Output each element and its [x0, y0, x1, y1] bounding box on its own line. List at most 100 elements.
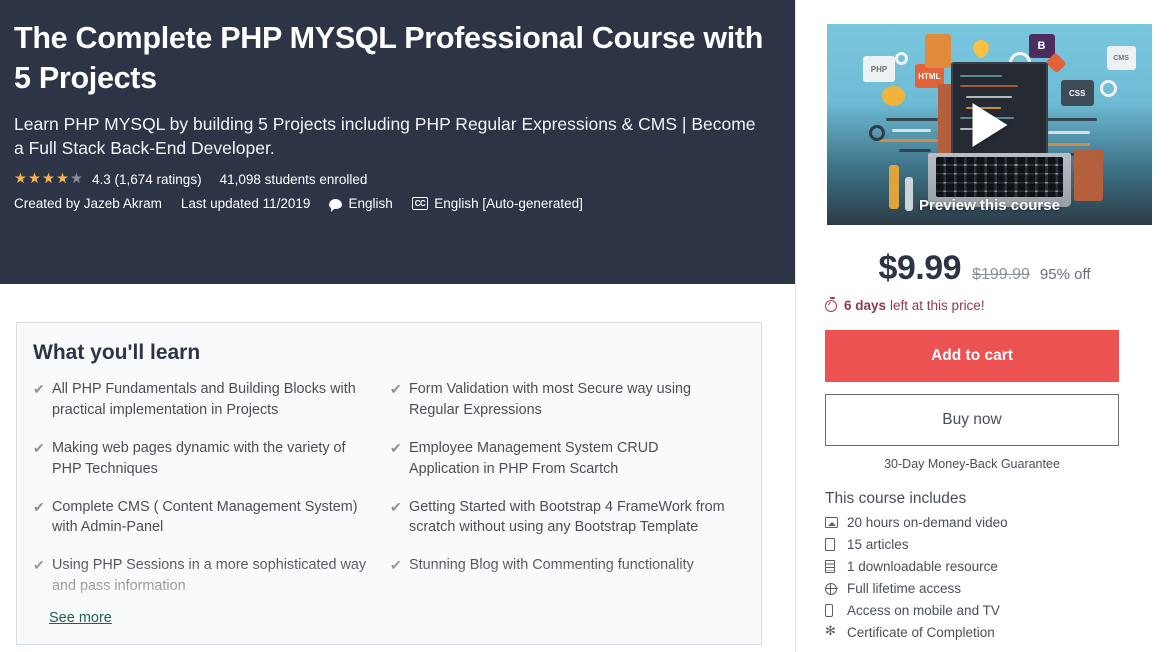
- speech-bubble-icon: [329, 198, 343, 212]
- learn-item-label: Making web pages dynamic with the variet…: [52, 439, 346, 477]
- price-expiry-notice: 6 days left at this price!: [825, 296, 1173, 313]
- includes-label: Certificate of Completion: [847, 625, 995, 640]
- star-icon: ★: [56, 171, 69, 188]
- last-updated: Last updated 11/2019: [180, 196, 311, 212]
- star-icon-empty: ★: [70, 171, 83, 188]
- smartphone-illustration: [1074, 148, 1104, 201]
- check-icon: ✔: [390, 439, 402, 456]
- target-icon: [869, 124, 886, 141]
- star-icon: ★: [28, 171, 41, 188]
- includes-label: 20 hours on-demand video: [847, 515, 1008, 530]
- discount-percent: 95% off: [1039, 266, 1091, 283]
- star-icon: ★: [14, 171, 27, 188]
- check-icon: ✔: [33, 381, 45, 397]
- lightbulb-icon: [973, 40, 990, 57]
- list-item: Access on mobile and TV: [825, 603, 1173, 618]
- learn-column-left: ✔ All PHP Fundamentals and Building Bloc…: [33, 379, 390, 614]
- gear-icon: [895, 52, 909, 66]
- list-item: 1 downloadable resource: [825, 559, 1173, 574]
- css-badge-icon: CSS: [1061, 80, 1094, 107]
- course-subtitle: Learn PHP MYSQL by building 5 Projects i…: [14, 113, 756, 159]
- list-item: ✔ Using PHP Sessions in a more sophistic…: [33, 555, 368, 597]
- course-preview-video[interactable]: PHP HTML CSS B CMS Preview this course: [827, 24, 1152, 225]
- list-item: 20 hours on-demand video: [825, 515, 1173, 530]
- days-left-count: 6 days: [844, 298, 887, 313]
- medal-icon: [882, 86, 905, 107]
- stopwatch-icon: [825, 296, 837, 312]
- downloadable-resource-icon: [825, 559, 847, 574]
- list-item: ✔ Making web pages dynamic with the vari…: [33, 438, 368, 480]
- includes-label: 1 downloadable resource: [847, 559, 998, 574]
- created-by[interactable]: Created by Jazeb Akram: [14, 196, 162, 211]
- hero-content: The Complete PHP MYSQL Professional Cour…: [0, 0, 770, 212]
- learn-columns: ✔ All PHP Fundamentals and Building Bloc…: [17, 379, 761, 614]
- check-icon: ✔: [390, 381, 402, 397]
- captions-group: CC English [Auto-generated]: [411, 196, 583, 212]
- learn-item-label: Using PHP Sessions in a more sophisticat…: [52, 557, 367, 595]
- list-item: Full lifetime access: [825, 581, 1173, 596]
- list-item: ✔ Getting Started with Bootstrap 4 Frame…: [390, 497, 725, 539]
- check-icon: ✔: [33, 557, 45, 574]
- language-group: English: [329, 196, 393, 212]
- check-icon: ✔: [33, 439, 45, 456]
- price-row: $9.99 $199.99 95% off: [796, 249, 1173, 288]
- purchase-sidebar: PHP HTML CSS B CMS Preview this course $…: [795, 0, 1173, 652]
- list-item: ✔ All PHP Fundamentals and Building Bloc…: [33, 379, 368, 421]
- days-left-text: left at this price!: [890, 298, 985, 313]
- course-includes-title: This course includes: [825, 490, 967, 507]
- rating-value[interactable]: 4.3 (1,674 ratings): [92, 172, 202, 187]
- laptop-keyboard: [935, 156, 1063, 197]
- page-title: The Complete PHP MYSQL Professional Cour…: [14, 21, 764, 96]
- list-item: ✔ Form Validation with most Secure way u…: [390, 379, 725, 421]
- laptop-hinge-left: [937, 84, 953, 157]
- check-icon: ✔: [33, 498, 45, 515]
- learn-item-label: Getting Started with Bootstrap 4 FrameWo…: [409, 498, 725, 536]
- includes-label: Access on mobile and TV: [847, 603, 1000, 618]
- rating-row: ★ ★ ★ ★ ★ 4.3 (1,674 ratings) 41,098 stu…: [14, 172, 770, 187]
- current-price: $9.99: [878, 249, 962, 287]
- money-back-guarantee: 30-Day Money-Back Guarantee: [884, 457, 1060, 471]
- what-you-will-learn-card: What you'll learn ✔ All PHP Fundamentals…: [16, 322, 762, 645]
- check-icon: ✔: [390, 498, 402, 515]
- bootstrap-badge-icon: B: [1028, 34, 1055, 59]
- gear-icon: [1100, 80, 1117, 98]
- learn-item-label: Form Validation with most Secure way usi…: [409, 381, 692, 418]
- certificate-icon: [825, 624, 847, 640]
- add-to-cart-button[interactable]: Add to cart: [825, 330, 1119, 382]
- learn-item-label: Stunning Blog with Commenting functional…: [409, 557, 694, 574]
- list-item: ✔ Employee Management System CRUD Applic…: [390, 438, 725, 480]
- learn-item-label: Complete CMS ( Content Management System…: [52, 498, 358, 536]
- list-item: Certificate of Completion: [825, 624, 1173, 641]
- course-captions: English [Auto-generated]: [434, 196, 583, 212]
- learn-item-label: Employee Management System CRUD Applicat…: [409, 439, 659, 477]
- course-includes-list: 20 hours on-demand video 15 articles 1 d…: [825, 515, 1173, 640]
- star-icon: ★: [42, 171, 55, 188]
- video-icon: [825, 515, 847, 530]
- students-enrolled: 41,098 students enrolled: [219, 172, 368, 188]
- check-icon: ✔: [390, 557, 402, 574]
- list-item: ✔ Complete CMS ( Content Management Syst…: [33, 497, 368, 539]
- php-badge-icon: PHP: [862, 56, 896, 83]
- see-more-link[interactable]: See more: [49, 610, 112, 626]
- star-rating: ★ ★ ★ ★ ★: [14, 172, 84, 187]
- preview-course-label: Preview this course: [919, 197, 1060, 214]
- learn-column-right: ✔ Form Validation with most Secure way u…: [390, 379, 747, 614]
- course-landing-page: The Complete PHP MYSQL Professional Cour…: [0, 0, 1173, 652]
- list-item: 15 articles: [825, 537, 1173, 552]
- course-meta-row: Created by Jazeb Akram Last updated 11/2…: [14, 196, 770, 212]
- section-title: What you'll learn: [33, 341, 201, 364]
- book-icon: [924, 34, 951, 69]
- includes-label: 15 articles: [847, 537, 909, 552]
- buy-now-button[interactable]: Buy now: [825, 394, 1119, 446]
- globe-icon: [825, 581, 847, 596]
- closed-caption-icon: CC: [411, 197, 429, 211]
- play-button-icon[interactable]: [972, 102, 1007, 147]
- cms-badge-icon: CMS: [1106, 46, 1136, 71]
- course-language: English: [348, 196, 393, 212]
- article-page-icon: [825, 537, 847, 552]
- original-price: $199.99: [972, 266, 1030, 283]
- includes-label: Full lifetime access: [847, 581, 962, 596]
- mobile-icon: [825, 603, 847, 618]
- list-item: ✔ Stunning Blog with Commenting function…: [390, 555, 725, 576]
- learn-item-label: All PHP Fundamentals and Building Blocks…: [52, 381, 356, 418]
